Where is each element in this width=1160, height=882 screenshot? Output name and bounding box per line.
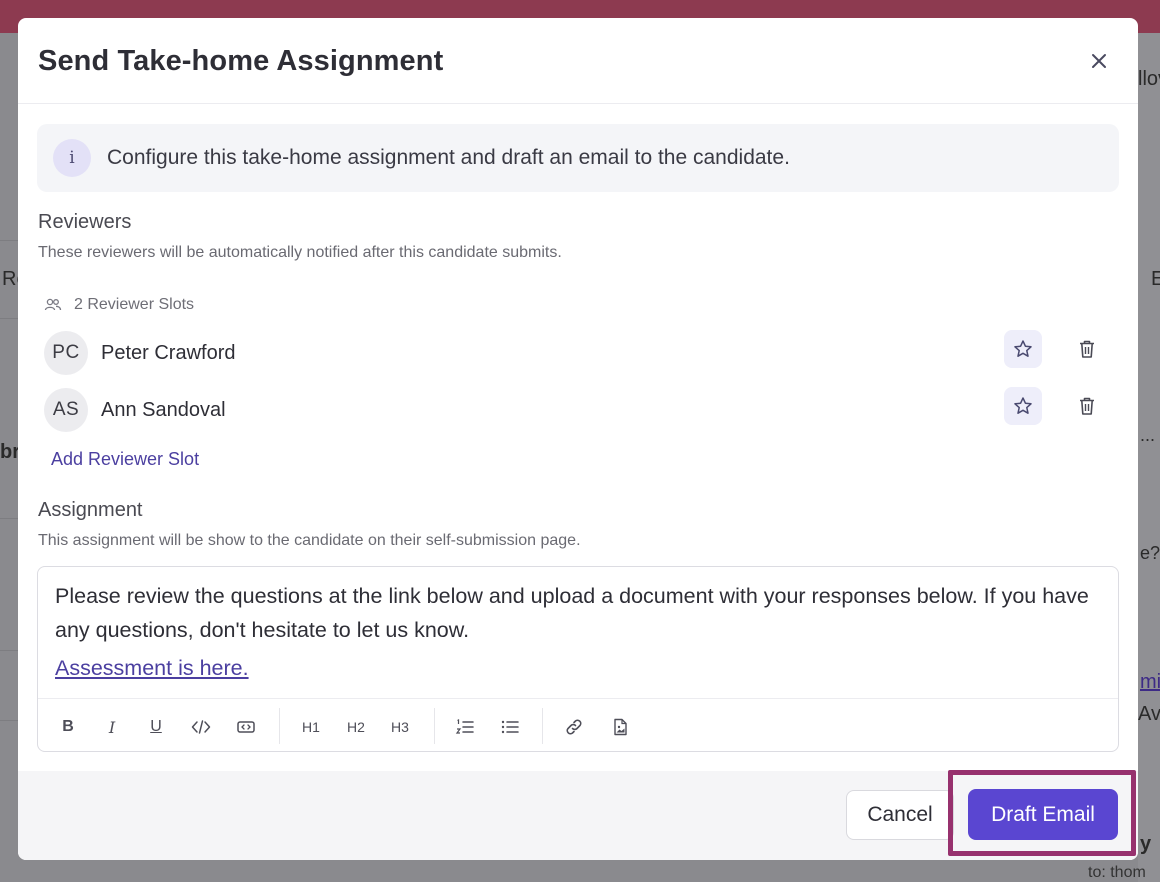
reviewer-row: PC Peter Crawford [44,330,1106,377]
heading1-button[interactable]: H1 [298,714,324,740]
info-banner: i Configure this take-home assignment an… [37,124,1119,192]
reviewer-row: AS Ann Sandoval [44,387,1106,434]
avatar: PC [44,331,88,375]
people-icon [44,298,62,311]
slots-label: 2 Reviewer Slots [74,296,195,313]
star-button[interactable] [1004,330,1042,368]
toolbar-divider [279,708,280,744]
cancel-button[interactable]: Cancel [846,790,954,840]
avatar: AS [44,388,88,432]
background-text: llov [1138,68,1160,90]
reviewer-slots-count: 2 Reviewer Slots [44,296,194,314]
bullet-list-icon [501,720,519,734]
editor-toolbar: B I U H1 H2 H3 [38,698,1118,752]
assignment-description: This assignment will be show to the cand… [38,532,581,549]
draft-email-button[interactable]: Draft Email [968,789,1118,840]
link-button[interactable] [561,714,587,740]
italic-button[interactable]: I [99,714,125,740]
close-button[interactable] [1086,48,1112,74]
assignment-body-text[interactable]: Please review the questions at the link … [55,579,1105,647]
bullet-list-button[interactable] [497,714,523,740]
assignment-title: Assignment [38,499,143,521]
heading2-button[interactable]: H2 [343,714,369,740]
info-icon: i [53,139,91,177]
background-divider [0,240,18,241]
reviewer-name: Ann Sandoval [101,399,226,421]
assessment-link[interactable]: Assessment is here. [55,656,249,681]
code-icon [191,720,211,734]
ordered-list-icon [455,719,474,734]
background-text: to: thom [1088,864,1146,881]
reviewer-name: Peter Crawford [101,342,236,364]
assignment-editor[interactable]: Please review the questions at the link … [37,566,1119,752]
modal-title: Send Take-home Assignment [38,45,444,77]
background-panel [1138,33,1160,882]
background-divider [0,720,18,721]
link-icon [566,719,582,735]
reviewers-description: These reviewers will be automatically no… [38,244,562,261]
underline-button[interactable]: U [143,714,169,740]
background-text: ... [1140,425,1156,445]
trash-icon [1080,340,1094,358]
background-text: br [0,441,20,463]
code-block-button[interactable] [233,714,259,740]
image-file-icon [614,718,627,736]
toolbar-divider [542,708,543,744]
code-button[interactable] [188,714,214,740]
close-icon [1092,54,1106,68]
trash-icon [1080,397,1094,415]
delete-button[interactable] [1068,330,1106,368]
code-block-icon [237,721,255,733]
send-assignment-modal: Send Take-home Assignment i Configure th… [18,18,1138,860]
toolbar-divider [434,708,435,744]
background-text: y [1140,833,1152,855]
info-text: Configure this take-home assignment and … [107,146,790,169]
background-text: E [1151,268,1160,290]
modal-header: Send Take-home Assignment [18,18,1138,104]
background-text: e? [1140,543,1160,563]
delete-button[interactable] [1068,387,1106,425]
ordered-list-button[interactable] [452,714,478,740]
image-button[interactable] [607,714,633,740]
bold-button[interactable]: B [55,714,81,740]
background-link: mit [1140,671,1160,693]
background-divider [0,318,18,319]
reviewers-title: Reviewers [38,211,132,233]
background-text: Ave [1138,703,1160,725]
heading3-button[interactable]: H3 [387,714,413,740]
background-divider [0,650,18,651]
star-icon [1014,340,1032,357]
add-reviewer-slot-link[interactable]: Add Reviewer Slot [51,449,199,470]
background-divider [0,518,18,519]
star-button[interactable] [1004,387,1042,425]
star-icon [1014,397,1032,414]
